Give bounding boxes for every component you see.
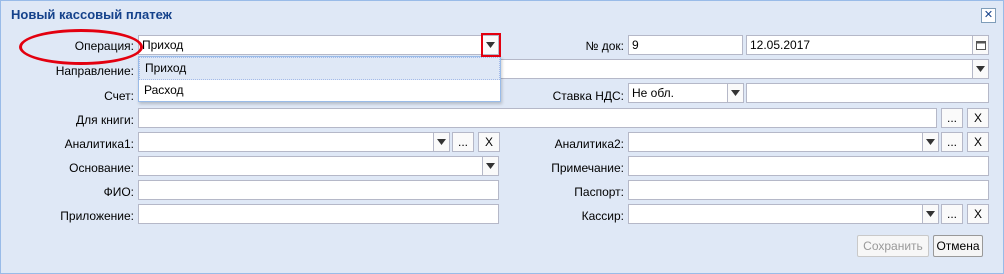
passport-input[interactable] (628, 180, 989, 200)
analytics2-select-button[interactable]: ... (941, 132, 963, 152)
analytics2-label: Аналитика2: (554, 137, 624, 151)
cancel-button[interactable]: Отмена (933, 235, 983, 257)
analytics1-trigger[interactable] (434, 132, 450, 152)
cashier-clear-button[interactable]: X (967, 204, 989, 224)
doc-number-input[interactable]: 9 (628, 35, 743, 55)
close-icon[interactable]: ✕ (981, 8, 996, 23)
analytics2-clear-button[interactable]: X (967, 132, 989, 152)
vat-rate-trigger[interactable] (728, 83, 744, 103)
vat-rate-label: Ставка НДС: (552, 89, 624, 103)
analytics2-combo-input[interactable] (628, 132, 923, 152)
chevron-down-icon (486, 163, 495, 169)
chevron-down-icon (976, 66, 985, 72)
doc-date-input[interactable]: 12.05.2017 (746, 35, 973, 55)
fio-input[interactable] (138, 180, 499, 200)
dropdown-option-expense[interactable]: Расход (139, 80, 500, 101)
for-book-label: Для книги: (76, 113, 134, 127)
chevron-down-icon (926, 211, 935, 217)
cashier-label: Кассир: (581, 209, 624, 223)
attachment-input[interactable] (138, 204, 499, 224)
chevron-down-icon (926, 139, 935, 145)
calendar-trigger[interactable] (972, 35, 989, 55)
for-book-clear-button[interactable]: X (967, 108, 989, 128)
attachment-label: Приложение: (60, 209, 134, 223)
vat-rate-combo-input[interactable]: Не обл. (628, 83, 728, 103)
direction-trigger[interactable] (972, 59, 989, 79)
dropdown-option-income[interactable]: Приход (139, 57, 500, 80)
direction-label: Направление: (55, 64, 134, 78)
note-input[interactable] (628, 156, 989, 176)
vat-amount-input[interactable] (746, 83, 989, 103)
analytics1-clear-button[interactable]: X (478, 132, 500, 152)
direction-combo-input[interactable] (499, 59, 973, 79)
for-book-input[interactable] (138, 108, 937, 128)
chevron-down-icon (437, 139, 446, 145)
basis-trigger[interactable] (483, 156, 499, 176)
cashier-trigger[interactable] (923, 204, 939, 224)
dialog-title: Новый кассовый платеж (11, 7, 172, 22)
analytics1-select-button[interactable]: ... (452, 132, 474, 152)
basis-combo-input[interactable] (138, 156, 483, 176)
new-cash-payment-dialog: Новый кассовый платеж ✕ Операция: Приход… (0, 0, 1004, 274)
calendar-icon (975, 41, 986, 50)
analytics2-trigger[interactable] (923, 132, 939, 152)
note-label: Примечание: (551, 161, 624, 175)
doc-number-label: № док: (585, 39, 624, 53)
annotation-ellipse (19, 29, 143, 65)
cashier-select-button[interactable]: ... (941, 204, 963, 224)
passport-label: Паспорт: (574, 185, 624, 199)
for-book-select-button[interactable]: ... (941, 108, 963, 128)
operation-dropdown-list: Приход Расход (138, 56, 501, 102)
annotation-box (481, 33, 501, 57)
operation-combo-input[interactable]: Приход (138, 35, 483, 55)
analytics1-combo-input[interactable] (138, 132, 434, 152)
account-label: Счет: (104, 89, 134, 103)
analytics1-label: Аналитика1: (64, 137, 134, 151)
basis-label: Основание: (69, 161, 134, 175)
save-button[interactable]: Сохранить (857, 235, 929, 257)
chevron-down-icon (731, 90, 740, 96)
cashier-combo-input[interactable] (628, 204, 923, 224)
fio-label: ФИО: (103, 185, 134, 199)
